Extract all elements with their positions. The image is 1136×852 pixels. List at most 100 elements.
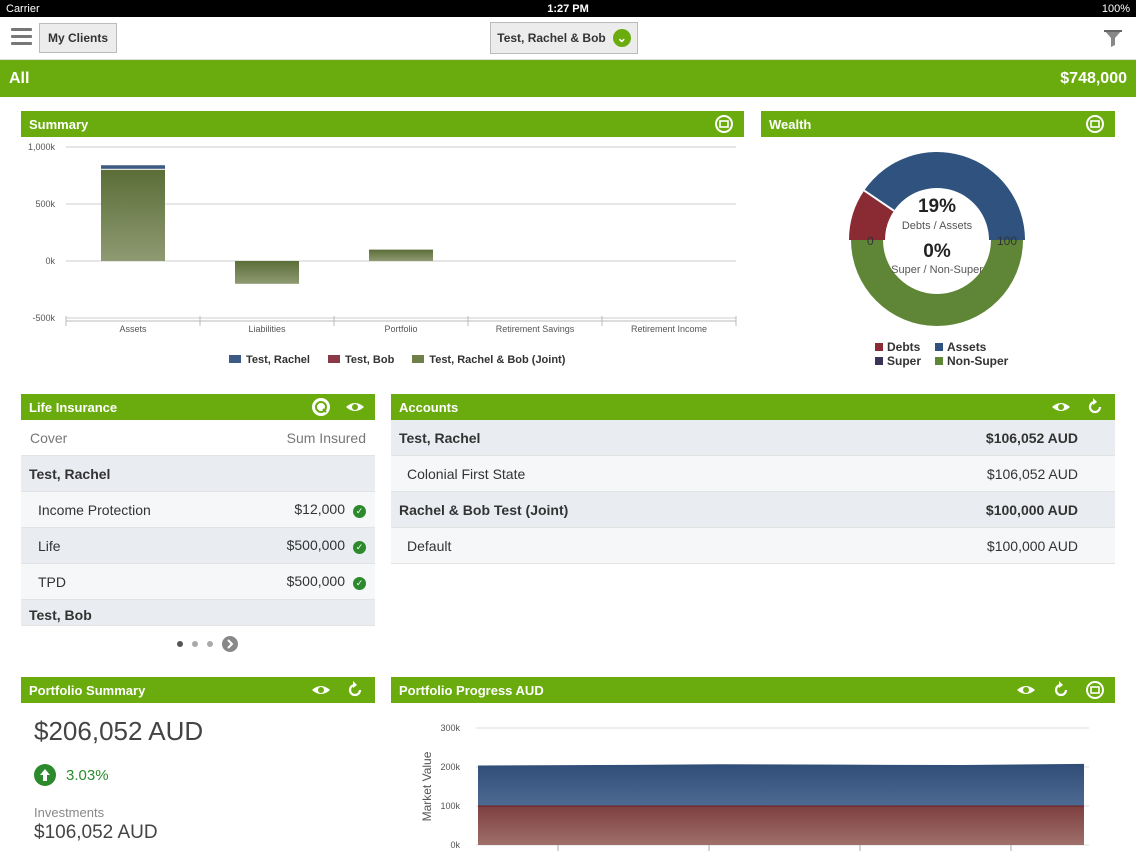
menu-icon[interactable] [11, 28, 32, 46]
wealth-panel-header: Wealth [761, 111, 1115, 137]
table-row[interactable]: Test, Rachel $106,052 AUD [391, 420, 1115, 456]
client-selector-button[interactable]: Test, Rachel & Bob ⌄ [490, 22, 638, 54]
bar-joint [101, 169, 165, 261]
table-row[interactable]: Income Protection $12,000 ✓ [21, 492, 375, 528]
collapse-icon[interactable] [714, 114, 734, 134]
row-label: Test, Rachel [399, 429, 481, 446]
wealth-legend-debts: Debts [875, 340, 920, 354]
refresh-icon[interactable] [1051, 680, 1071, 700]
row-value: $100,000 AUD [985, 501, 1078, 518]
portfolio-total: $206,052 AUD [34, 716, 204, 746]
bar-joint [369, 249, 433, 261]
row-label: Life [38, 537, 61, 554]
row-value: $12,000 ✓ [294, 501, 366, 518]
portfolio-summary-title: Portfolio Summary [29, 682, 146, 698]
row-value: $500,000 ✓ [287, 573, 366, 590]
legend-joint: Test, Rachel & Bob (Joint) [412, 354, 565, 366]
row-label: Colonial First State [407, 465, 526, 482]
row-value: $106,052 AUD [986, 465, 1078, 482]
life-insurance-panel-header: Life Insurance [21, 394, 375, 420]
status-bar: Carrier 1:27 PM 100% [0, 0, 1136, 17]
bar-joint [235, 261, 299, 284]
top-bar: My Clients Test, Rachel & Bob ⌄ [0, 17, 1136, 60]
quote-icon[interactable] [311, 397, 331, 417]
page-indicator[interactable] [177, 636, 238, 652]
filter-icon[interactable] [1103, 28, 1123, 48]
client-selector-label: Test, Rachel & Bob [497, 31, 606, 45]
legend-swatch-bob [328, 355, 340, 363]
legend-joint-label: Test, Rachel & Bob (Joint) [429, 354, 566, 366]
filter-summary-bar: All $748,000 [0, 60, 1136, 97]
check-icon: ✓ [353, 541, 366, 554]
table-row[interactable]: Test, Bob [21, 600, 375, 626]
wealth-legend-super: Super [875, 354, 921, 368]
row-label: Test, Bob [29, 607, 92, 623]
table-row[interactable]: Life $500,000 ✓ [21, 528, 375, 564]
portfolio-progress-panel-header: Portfolio Progress AUD [391, 677, 1115, 703]
sum-insured-value: $500,000 [286, 573, 345, 589]
y-tick-label: 300k [440, 723, 460, 733]
total-value: $748,000 [1060, 69, 1127, 87]
x-tick-label: Assets [119, 324, 147, 334]
summary-title: Summary [29, 116, 89, 132]
debts-assets-pct: 19% [918, 196, 956, 217]
wealth-legend-non-super: Non-Super [935, 354, 1008, 368]
x-tick-label: Portfolio [384, 324, 417, 334]
growth-value: 3.03% [66, 766, 109, 784]
table-row[interactable]: Colonial First State $106,052 AUD [391, 456, 1115, 492]
column-cover: Cover [30, 429, 68, 446]
collapse-icon[interactable] [1085, 680, 1105, 700]
sum-insured-value: $12,000 [294, 501, 345, 517]
my-clients-button[interactable]: My Clients [39, 23, 117, 53]
y-tick-label: 0k [450, 840, 460, 850]
row-label: Test, Rachel [29, 465, 111, 482]
life-insurance-title: Life Insurance [29, 399, 118, 415]
check-icon: ✓ [353, 505, 366, 518]
area-lower-series [478, 806, 1084, 845]
eye-icon[interactable] [311, 680, 331, 700]
table-row[interactable]: Rachel & Bob Test (Joint) $100,000 AUD [391, 492, 1115, 528]
y-tick-label: 1,000k [28, 142, 56, 152]
y-axis-label: Market Value [420, 751, 434, 821]
legend-swatch-joint [412, 355, 425, 363]
chevron-down-icon: ⌄ [612, 29, 631, 47]
refresh-icon[interactable] [345, 680, 365, 700]
summary-panel-header: Summary [21, 111, 744, 137]
row-label: Rachel & Bob Test (Joint) [399, 501, 569, 518]
table-row[interactable]: TPD $500,000 ✓ [21, 564, 375, 600]
legend-swatch-non-super [935, 357, 943, 365]
wealth-legend-assets: Assets [935, 340, 986, 354]
row-label: Default [407, 537, 452, 554]
legend-debts-label: Debts [887, 340, 921, 354]
row-value: $106,052 AUD [985, 429, 1078, 446]
y-tick-label: -500k [32, 313, 55, 323]
next-page-icon[interactable] [222, 636, 238, 652]
investments-value: $106,052 AUD [34, 822, 158, 843]
legend-rachel: Test, Rachel [229, 354, 310, 366]
table-row[interactable]: Default $100,000 AUD [391, 528, 1115, 564]
legend-non-super-label: Non-Super [947, 354, 1009, 368]
y-tick-label: 200k [440, 762, 460, 772]
collapse-icon[interactable] [1085, 114, 1105, 134]
y-tick-label: 500k [35, 199, 55, 209]
summary-bar-chart: 1,000k 500k 0k -500k Assets Liabilities Portfo… [28, 142, 737, 334]
legend-swatch-super [875, 357, 883, 365]
accounts-panel-header: Accounts [391, 394, 1115, 420]
eye-icon[interactable] [345, 397, 365, 417]
legend-swatch-rachel [229, 355, 241, 363]
page-dot [192, 641, 198, 647]
legend-swatch-debts [875, 343, 883, 351]
wealth-gauge: 0 100 19% Debts / Assets 0% Super / Non-… [849, 152, 1025, 326]
bar-rachel [101, 165, 165, 169]
sum-insured-value: $500,000 [286, 537, 345, 553]
super-label: Super / Non-Super [891, 264, 983, 276]
table-row[interactable]: Test, Rachel [21, 456, 375, 492]
refresh-icon[interactable] [1085, 397, 1105, 417]
gauge-min-label: 0 [867, 234, 874, 248]
filter-label: All [9, 69, 30, 87]
x-tick-label: Retirement Income [631, 324, 707, 334]
eye-icon[interactable] [1016, 680, 1036, 700]
row-value: $100,000 AUD [986, 537, 1078, 554]
row-label: TPD [38, 573, 66, 590]
eye-icon[interactable] [1051, 397, 1071, 417]
